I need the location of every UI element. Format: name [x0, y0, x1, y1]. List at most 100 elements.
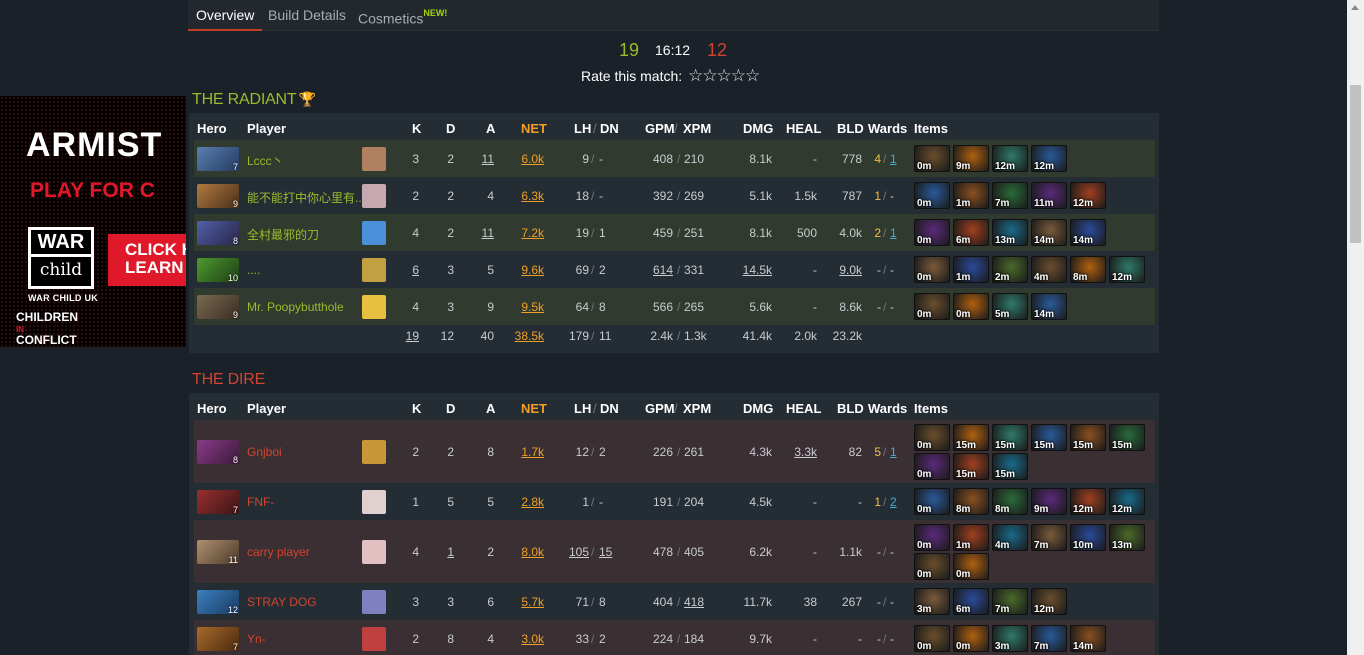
col-header-player[interactable]: Player	[247, 401, 286, 416]
player-name[interactable]: Lccc丶	[247, 152, 284, 169]
player-avatar[interactable]	[362, 590, 386, 614]
item-slot[interactable]: 0m	[914, 145, 950, 172]
col-header-items[interactable]: Items	[914, 401, 948, 416]
net-worth[interactable]: 2.8k	[521, 495, 544, 509]
dire-player-row[interactable]: 11 carry player 4 1 2 8.0k 105/15 478/405 6.2k -1…	[194, 520, 1155, 583]
item-slot[interactable]: 15m	[1070, 424, 1106, 451]
hero-portrait[interactable]: 9	[197, 295, 239, 320]
item-slot[interactable]: 0m	[953, 625, 989, 652]
item-slot[interactable]: 15m	[1031, 424, 1067, 451]
tab-build-details[interactable]: Build Details	[260, 0, 354, 31]
hero-portrait[interactable]: 8	[197, 221, 239, 246]
item-slot[interactable]: 0m	[953, 553, 989, 580]
col-header-a[interactable]: A	[486, 401, 495, 416]
col-header-hero[interactable]: Hero	[197, 401, 227, 416]
player-avatar[interactable]	[362, 440, 386, 464]
item-slot[interactable]: 0m	[914, 453, 950, 480]
col-header-hero[interactable]: Hero	[197, 121, 227, 136]
hero-portrait[interactable]: 7	[197, 627, 239, 652]
net-worth[interactable]: 9.6k	[521, 263, 544, 277]
item-slot[interactable]: 15m	[1109, 424, 1145, 451]
net-worth[interactable]: 1.7k	[521, 445, 544, 459]
ad-click-button[interactable]: CLICK H LEARN	[108, 234, 186, 286]
item-slot[interactable]: 15m	[992, 453, 1028, 480]
hero-portrait[interactable]: 9	[197, 184, 239, 209]
col-header-items[interactable]: Items	[914, 121, 948, 136]
item-slot[interactable]: 7m	[1031, 625, 1067, 652]
radiant-player-row[interactable]: 8 全村最邪的刀 4 2 11 7.2k 19/1 459/251 8.1k 500 4.0k 2/1…	[194, 214, 1155, 251]
item-slot[interactable]: 12m	[1031, 588, 1067, 615]
item-slot[interactable]: 0m	[914, 553, 950, 580]
net-worth[interactable]: 6.0k	[521, 152, 544, 166]
item-slot[interactable]: 15m	[992, 424, 1028, 451]
col-header-wards[interactable]: Wards	[868, 401, 907, 416]
item-slot[interactable]: 0m	[914, 424, 950, 451]
item-slot[interactable]: 12m	[1109, 488, 1145, 515]
player-avatar[interactable]	[362, 627, 386, 651]
col-header-dn[interactable]: DN	[600, 121, 619, 136]
radiant-player-row[interactable]: 9 能不能打中你心里有... 2 2 4 6.3k 18/-392/269 5.1k 1.5k 7…	[194, 177, 1155, 214]
item-slot[interactable]: 7m	[992, 588, 1028, 615]
item-slot[interactable]: 14m	[1070, 625, 1106, 652]
net-worth[interactable]: 9.5k	[521, 300, 544, 314]
item-slot[interactable]: 9m	[953, 145, 989, 172]
item-slot[interactable]: 15m	[953, 424, 989, 451]
item-slot[interactable]: 10m	[1070, 524, 1106, 551]
col-header-xpm[interactable]: XPM	[683, 401, 711, 416]
item-slot[interactable]: 0m	[914, 182, 950, 209]
hero-portrait[interactable]: 8	[197, 440, 239, 465]
player-avatar[interactable]	[362, 540, 386, 564]
col-header-d[interactable]: D	[446, 401, 455, 416]
dire-player-row[interactable]: 7 Yn- 2 8 4 3.0k 33/2 224/184 9.7k - - - / -0m 0m 3m 7m 1…	[194, 620, 1155, 655]
col-header-lh[interactable]: LH	[574, 121, 591, 136]
dire-player-row[interactable]: 8 Gnjboi 2 2 8 1.7k 12/2 226/261 4.3k 3.3k 82 5/1 0m…	[194, 420, 1155, 483]
dire-player-row[interactable]: 7 FNF- 1 5 5 2.8k 1/-191/204 4.5k - -1/2 0m 8m 8m 9m 1…	[194, 483, 1155, 520]
item-slot[interactable]: 12m	[1070, 488, 1106, 515]
item-slot[interactable]: 13m	[1109, 524, 1145, 551]
player-avatar[interactable]	[362, 258, 386, 282]
item-slot[interactable]: 1m	[953, 256, 989, 283]
item-slot[interactable]: 6m	[953, 588, 989, 615]
item-slot[interactable]: 13m	[992, 219, 1028, 246]
radiant-player-row[interactable]: 10.... 6 3 5 9.6k 69/2 614/331 14.5k -9.0k - / -0m 1…	[194, 251, 1155, 288]
item-slot[interactable]: 0m	[953, 293, 989, 320]
item-slot[interactable]: 7m	[1031, 524, 1067, 551]
item-slot[interactable]: 14m	[1070, 219, 1106, 246]
col-header-d[interactable]: D	[446, 121, 455, 136]
item-slot[interactable]: 0m	[914, 219, 950, 246]
item-slot[interactable]: 6m	[953, 219, 989, 246]
player-name[interactable]: 能不能打中你心里有...	[247, 189, 365, 206]
item-slot[interactable]: 0m	[914, 293, 950, 320]
item-slot[interactable]: 15m	[953, 453, 989, 480]
item-slot[interactable]: 14m	[1031, 219, 1067, 246]
radiant-player-row[interactable]: 9 Mr. Poopybutthole 4 3 9 9.5k 64/8 566/265 5.6k…	[194, 288, 1155, 325]
player-avatar[interactable]	[362, 147, 386, 171]
rating-stars[interactable]: ☆☆☆☆☆	[688, 66, 760, 85]
item-slot[interactable]: 8m	[992, 488, 1028, 515]
player-name[interactable]: carry player	[247, 545, 310, 559]
hero-portrait[interactable]: 7	[197, 490, 239, 515]
item-slot[interactable]: 12m	[1070, 182, 1106, 209]
net-worth[interactable]: 5.7k	[521, 595, 544, 609]
item-slot[interactable]: 5m	[992, 293, 1028, 320]
item-slot[interactable]: 0m	[914, 524, 950, 551]
col-header-lh[interactable]: LH	[574, 401, 591, 416]
item-slot[interactable]: 2m	[992, 256, 1028, 283]
col-header-dmg[interactable]: DMG	[743, 401, 773, 416]
net-worth[interactable]: 3.0k	[521, 632, 544, 646]
hero-portrait[interactable]: 7	[197, 147, 239, 172]
scroll-up-arrow-icon[interactable]	[1351, 5, 1359, 10]
player-avatar[interactable]	[362, 221, 386, 245]
net-worth[interactable]: 7.2k	[521, 226, 544, 240]
player-avatar[interactable]	[362, 490, 386, 514]
player-avatar[interactable]	[362, 184, 386, 208]
hero-portrait[interactable]: 12	[197, 590, 239, 615]
col-header-gpm[interactable]: GPM	[645, 401, 675, 416]
col-header-k[interactable]: K	[412, 401, 421, 416]
item-slot[interactable]: 3m	[992, 625, 1028, 652]
scrollbar-thumb[interactable]	[1350, 85, 1361, 243]
col-header-xpm[interactable]: XPM	[683, 121, 711, 136]
player-name[interactable]: STRAY DOG	[247, 595, 317, 609]
net-worth[interactable]: 6.3k	[521, 189, 544, 203]
page-scrollbar[interactable]	[1347, 0, 1364, 655]
